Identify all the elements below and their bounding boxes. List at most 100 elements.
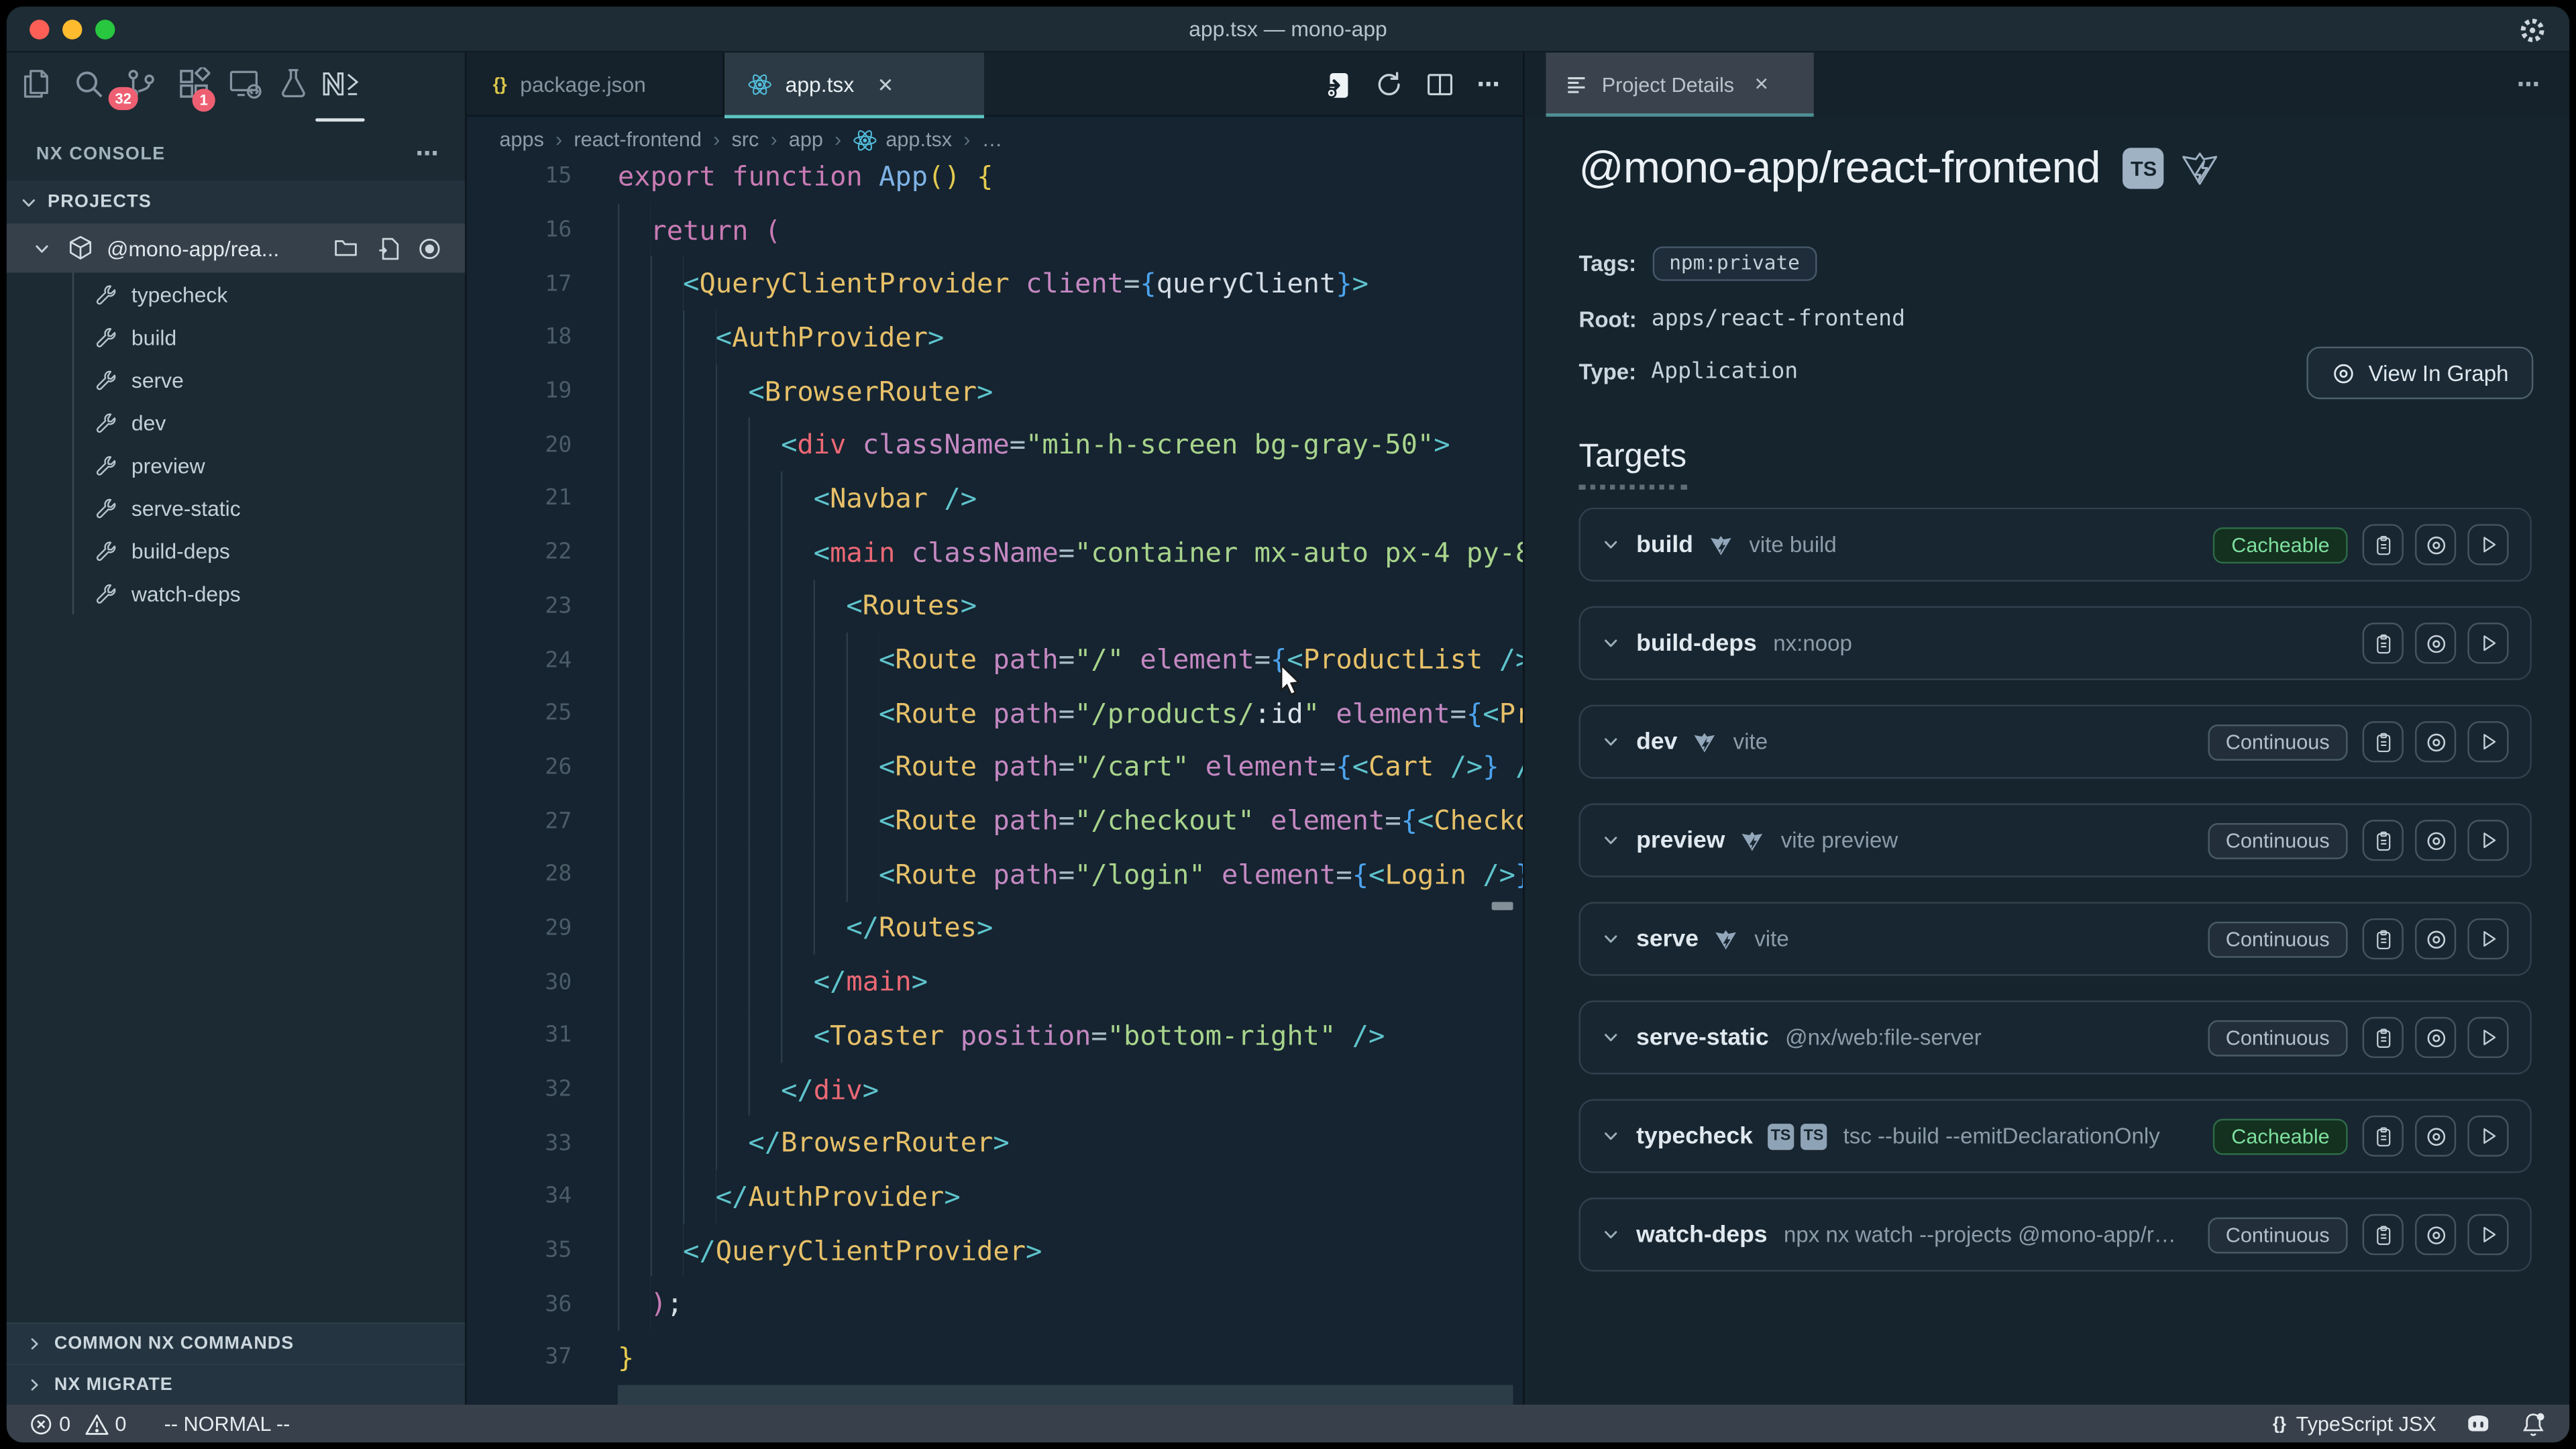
search-icon[interactable]: [72, 67, 105, 100]
code-line-21[interactable]: 21<Navbar />: [467, 472, 1523, 525]
warnings-icon[interactable]: [85, 1412, 108, 1435]
tree-item-watch-deps[interactable]: watch-deps: [7, 572, 465, 614]
project-tree-item[interactable]: @mono-app/rea...: [7, 223, 465, 272]
view-target-graph-button[interactable]: [2415, 1116, 2456, 1157]
warnings-count[interactable]: 0: [115, 1412, 126, 1435]
copy-task-button[interactable]: [2363, 1017, 2404, 1058]
run-target-button[interactable]: [2467, 918, 2508, 959]
testing-beaker-icon[interactable]: [278, 67, 309, 100]
errors-icon[interactable]: [30, 1412, 52, 1435]
run-target-button[interactable]: [2467, 1116, 2508, 1157]
chevron-down-icon[interactable]: [1602, 535, 1620, 553]
tree-item-serve[interactable]: serve: [7, 358, 465, 401]
code-line-20[interactable]: 20<div className="min-h-screen bg-gray-5…: [467, 418, 1523, 472]
copy-task-button[interactable]: [2363, 918, 2404, 959]
projects-section-header[interactable]: PROJECTS: [7, 180, 465, 223]
copy-task-button[interactable]: [2363, 1116, 2404, 1157]
open-config-file-icon[interactable]: [376, 235, 399, 260]
target-card-typecheck[interactable]: typecheck TSTS tsc --build --emitDeclara…: [1578, 1099, 2531, 1173]
more-actions-icon[interactable]: ⋯: [1477, 70, 1500, 99]
run-target-button[interactable]: [2467, 721, 2508, 762]
view-target-graph-button[interactable]: [2415, 623, 2456, 663]
tree-item-preview[interactable]: preview: [7, 443, 465, 486]
copy-task-button[interactable]: [2363, 1214, 2404, 1255]
code-line-23[interactable]: 23<Routes>: [467, 579, 1523, 633]
copy-task-button[interactable]: [2363, 820, 2404, 861]
target-card-watch-deps[interactable]: watch-deps npx nx watch --projects @mono…: [1578, 1197, 2531, 1271]
chevron-down-icon[interactable]: [1602, 1028, 1620, 1046]
target-card-serve-static[interactable]: serve-static @nx/web:file-server Continu…: [1578, 1000, 2531, 1074]
code-line-18[interactable]: 18<AuthProvider>: [467, 311, 1523, 364]
code-line-25[interactable]: 25<Route path="/products/:id" element={<…: [467, 686, 1523, 740]
breadcrumb-item[interactable]: app: [789, 128, 823, 151]
code-line-24[interactable]: 24<Route path="/" element={<ProductList …: [467, 633, 1523, 686]
split-editor-icon[interactable]: [1426, 70, 1454, 99]
view-target-graph-button[interactable]: [2415, 721, 2456, 762]
breadcrumb-item[interactable]: src: [731, 128, 759, 151]
scrollbar-cursor-decoration[interactable]: [1492, 902, 1513, 910]
copy-task-button[interactable]: [2363, 524, 2404, 565]
code-editor[interactable]: 15export function App() {16return (17<Qu…: [467, 162, 1523, 1404]
view-target-graph-button[interactable]: [2415, 820, 2456, 861]
view-target-graph-button[interactable]: [2415, 524, 2456, 565]
code-line-17[interactable]: 17<QueryClientProvider client={queryClie…: [467, 257, 1523, 311]
tree-item-dev[interactable]: dev: [7, 401, 465, 444]
code-line-16[interactable]: 16return (: [467, 203, 1523, 257]
code-line-22[interactable]: 22<main className="container mx-auto px-…: [467, 525, 1523, 579]
language-mode[interactable]: {} TypeScript JSX: [2273, 1412, 2436, 1435]
view-in-graph-target-icon[interactable]: [417, 235, 442, 260]
code-line-34[interactable]: 34</AuthProvider>: [467, 1170, 1523, 1224]
copy-task-button[interactable]: [2363, 721, 2404, 762]
folder-icon[interactable]: [333, 237, 358, 260]
chevron-down-icon[interactable]: [1602, 831, 1620, 849]
copy-task-button[interactable]: [2363, 623, 2404, 663]
nx-migrate-section[interactable]: NX MIGRATE: [7, 1364, 465, 1405]
chevron-down-icon[interactable]: [1602, 930, 1620, 948]
refresh-icon[interactable]: [1375, 70, 1403, 99]
code-line-15[interactable]: 15export function App() {: [467, 162, 1523, 203]
errors-count[interactable]: 0: [59, 1412, 70, 1435]
code-line-30[interactable]: 30</main>: [467, 955, 1523, 1009]
code-line-37[interactable]: 37}: [467, 1331, 1523, 1385]
remote-explorer-icon[interactable]: [228, 67, 262, 100]
tree-item-serve-static[interactable]: serve-static: [7, 486, 465, 529]
run-target-button[interactable]: [2467, 524, 2508, 565]
view-in-graph-button[interactable]: View In Graph: [2306, 347, 2534, 399]
code-line-36[interactable]: 36);: [467, 1277, 1523, 1331]
close-tab-icon[interactable]: ✕: [877, 73, 894, 96]
copilot-icon[interactable]: [2464, 1411, 2492, 1436]
view-target-graph-button[interactable]: [2415, 1214, 2456, 1255]
code-line-35[interactable]: 35</QueryClientProvider>: [467, 1224, 1523, 1277]
tree-item-build-deps[interactable]: build-deps: [7, 529, 465, 572]
chevron-down-icon[interactable]: [1602, 1127, 1620, 1145]
run-target-button[interactable]: [2467, 1214, 2508, 1255]
breadcrumb-item[interactable]: apps: [499, 128, 543, 151]
sidebar-more-icon[interactable]: ⋯: [416, 131, 439, 174]
code-line-19[interactable]: 19<BrowserRouter>: [467, 364, 1523, 418]
settings-gear-icon[interactable]: [2517, 15, 2548, 46]
breadcrumb-item[interactable]: app.tsx: [885, 128, 952, 151]
breadcrumb-item[interactable]: …: [982, 128, 1003, 151]
run-target-button[interactable]: [2467, 623, 2508, 663]
tree-item-typecheck[interactable]: typecheck: [7, 273, 465, 316]
target-card-build-deps[interactable]: build-deps nx:noop: [1578, 606, 2531, 680]
target-card-build[interactable]: build vite build Cacheable: [1578, 508, 2531, 582]
chevron-down-icon[interactable]: [1602, 634, 1620, 652]
tree-item-build[interactable]: build: [7, 315, 465, 358]
open-project-details-icon[interactable]: [1322, 70, 1352, 99]
code-line-31[interactable]: 31<Toaster position="bottom-right" />: [467, 1009, 1523, 1063]
target-card-serve[interactable]: serve vite Continuous: [1578, 902, 2531, 975]
notifications-bell-icon[interactable]: [2520, 1410, 2546, 1436]
nx-console-icon[interactable]: [319, 67, 362, 100]
tab-project-details[interactable]: Project Details ✕: [1546, 52, 1813, 117]
code-line-27[interactable]: 27<Route path="/checkout" element={<Chec…: [467, 794, 1523, 847]
explorer-icon[interactable]: [19, 67, 52, 100]
view-target-graph-button[interactable]: [2415, 1017, 2456, 1058]
code-line-26[interactable]: 26<Route path="/cart" element={<Cart />}…: [467, 740, 1523, 794]
code-line-33[interactable]: 33</BrowserRouter>: [467, 1116, 1523, 1170]
target-card-dev[interactable]: dev vite Continuous: [1578, 705, 2531, 779]
breadcrumb-item[interactable]: react-frontend: [574, 128, 702, 151]
chevron-down-icon[interactable]: [1602, 1226, 1620, 1244]
close-tab-icon[interactable]: ✕: [1754, 74, 1770, 95]
code-line-32[interactable]: 32</div>: [467, 1063, 1523, 1116]
